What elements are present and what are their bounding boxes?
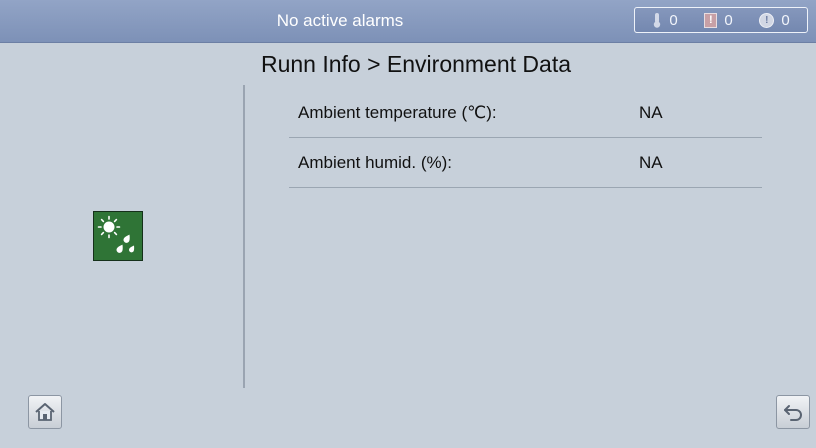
alarm-counters[interactable]: 0 ! 0 ! 0 [634, 7, 808, 33]
ambient-temperature-label: Ambient temperature (℃): [298, 103, 497, 122]
thermometer-alarm-icon [654, 12, 661, 28]
page-title: Runn Info > Environment Data [260, 51, 572, 77]
minor-alarm-count: 0 [669, 11, 678, 29]
environment-icon [93, 211, 143, 261]
ambient-humidity-label: Ambient humid. (%): [298, 153, 452, 172]
home-icon [35, 403, 55, 421]
back-icon [784, 405, 802, 421]
critical-alarm-count: 0 [781, 11, 790, 29]
home-button[interactable] [28, 395, 62, 429]
ambient-temperature-row: Ambient temperature (℃): NA [289, 88, 762, 138]
minor-alarm-counter[interactable]: 0 [652, 11, 678, 29]
ambient-temperature-value: NA [639, 103, 663, 122]
back-button[interactable] [776, 395, 810, 429]
major-alarm-counter[interactable]: ! 0 [704, 11, 733, 29]
ambient-humidity-value: NA [639, 153, 663, 172]
major-alarm-count: 0 [724, 11, 733, 29]
critical-alarm-icon: ! [759, 12, 775, 28]
top-status-bar: No active alarms 0 ! 0 ! 0 [0, 0, 816, 43]
alarm-status-text: No active alarms [276, 11, 404, 30]
critical-alarm-counter[interactable]: ! 0 [759, 11, 790, 29]
major-alarm-icon: ! [704, 12, 718, 28]
ambient-humidity-row: Ambient humid. (%): NA [289, 138, 762, 188]
vertical-divider [243, 85, 245, 388]
